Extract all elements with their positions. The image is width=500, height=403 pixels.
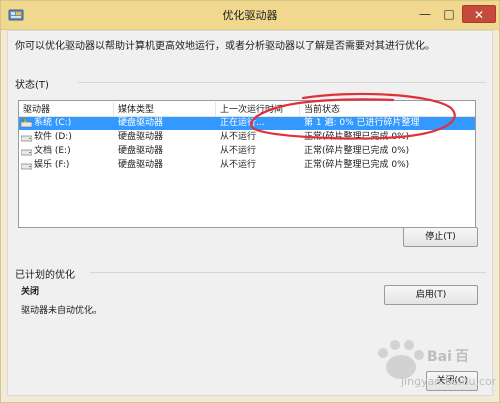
baidu-jingyan-watermark: Bai 百 jingyan.baidu.com bbox=[378, 340, 496, 388]
schedule-state-description: 驱动器未自动优化。 bbox=[21, 306, 103, 316]
last-run-time: 从不运行 bbox=[220, 132, 257, 142]
system-drive-icon bbox=[21, 119, 32, 128]
column-header-drive[interactable]: 驱动器 bbox=[19, 102, 114, 116]
drive-name: 文档 (E:) bbox=[34, 146, 71, 156]
svg-text:百: 百 bbox=[455, 349, 469, 365]
drive-name: 系统 (C:) bbox=[34, 118, 72, 128]
svg-text:Bai: Bai bbox=[427, 349, 452, 365]
media-type: 硬盘驱动器 bbox=[118, 160, 164, 170]
last-run-time: 正在运行... bbox=[220, 118, 265, 128]
drive-row-c[interactable]: 系统 (C:) 硬盘驱动器 正在运行... 第 1 遍: 0% 已进行碎片整理 bbox=[19, 117, 475, 130]
column-header-last-run[interactable]: 上一次运行时间 bbox=[216, 102, 300, 116]
optimize-drives-window: 优化驱动器 — □ ✕ 你可以优化驱动器以帮助计算机更高效地运行，或者分析驱动器… bbox=[0, 0, 500, 403]
intro-text: 你可以优化驱动器以帮助计算机更高效地运行，或者分析驱动器以了解是否需要对其进行优… bbox=[15, 41, 435, 52]
drive-name: 软件 (D:) bbox=[34, 132, 72, 142]
scheduled-section-label: 已计划的优化 bbox=[15, 270, 75, 281]
schedule-state-title: 关闭 bbox=[21, 287, 40, 297]
maximize-button[interactable]: □ bbox=[437, 5, 461, 23]
enable-button[interactable]: 启用(T) bbox=[384, 285, 478, 305]
media-type: 硬盘驱动器 bbox=[118, 132, 164, 142]
column-header-media-type[interactable]: 媒体类型 bbox=[114, 102, 216, 116]
drive-name: 娱乐 (F:) bbox=[34, 160, 70, 170]
hard-drive-icon bbox=[21, 149, 32, 156]
current-status: 正常(碎片整理已完成 0%) bbox=[304, 146, 410, 156]
status-section-label: 状态(T) bbox=[15, 80, 49, 91]
title-bar: 优化驱动器 — □ ✕ bbox=[1, 1, 499, 30]
hard-drive-icon bbox=[21, 163, 32, 170]
close-window-button[interactable]: ✕ bbox=[462, 5, 496, 23]
stop-button[interactable]: 停止(T) bbox=[403, 227, 478, 247]
media-type: 硬盘驱动器 bbox=[118, 146, 164, 156]
last-run-time: 从不运行 bbox=[220, 146, 257, 156]
drive-list-header: 驱动器 媒体类型 上一次运行时间 当前状态 bbox=[19, 101, 475, 117]
drive-row-f[interactable]: 娱乐 (F:) 硬盘驱动器 从不运行 正常(碎片整理已完成 0%) bbox=[19, 159, 475, 172]
current-status: 第 1 遍: 0% 已进行碎片整理 bbox=[304, 118, 420, 128]
current-status: 正常(碎片整理已完成 0%) bbox=[304, 160, 410, 170]
scheduled-divider bbox=[90, 272, 486, 273]
drive-row-d[interactable]: 软件 (D:) 硬盘驱动器 从不运行 正常(碎片整理已完成 0%) bbox=[19, 131, 475, 144]
column-header-current-status[interactable]: 当前状态 bbox=[300, 102, 470, 116]
hard-drive-icon bbox=[21, 135, 32, 142]
drive-list[interactable]: 驱动器 媒体类型 上一次运行时间 当前状态 系统 (C:) 硬盘驱动器 正在运行… bbox=[18, 100, 476, 228]
minimize-button[interactable]: — bbox=[413, 5, 437, 23]
drive-row-e[interactable]: 文档 (E:) 硬盘驱动器 从不运行 正常(碎片整理已完成 0%) bbox=[19, 145, 475, 158]
status-divider bbox=[78, 82, 486, 83]
media-type: 硬盘驱动器 bbox=[118, 118, 164, 128]
current-status: 正常(碎片整理已完成 0%) bbox=[304, 132, 410, 142]
svg-text:jingyan.baidu.com: jingyan.baidu.com bbox=[400, 375, 496, 388]
last-run-time: 从不运行 bbox=[220, 160, 257, 170]
